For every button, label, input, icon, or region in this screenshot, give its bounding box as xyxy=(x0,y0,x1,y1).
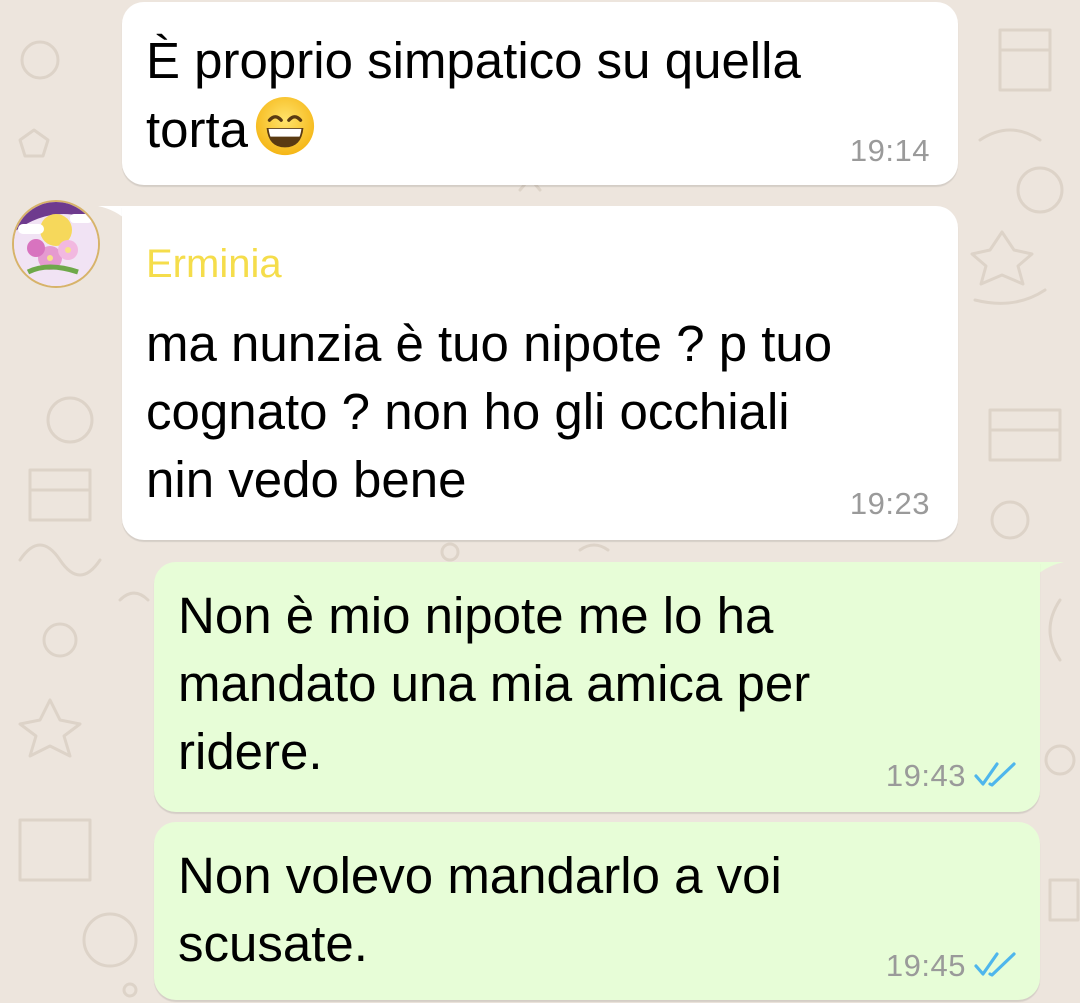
sender-avatar-flowers-icon xyxy=(14,202,98,286)
sender-avatar[interactable] xyxy=(14,202,98,286)
message-text: Non è mio nipote me lo ha mandato una mi… xyxy=(178,587,811,780)
message-text: Non volevo mandarlo a voi scusate. xyxy=(178,847,782,972)
message-timestamp: 19:14 xyxy=(849,133,930,168)
message-text: ma nunzia è tuo nipote ? p tuo cognato ?… xyxy=(146,315,833,508)
grinning-face-with-smiling-eyes-icon xyxy=(256,96,315,156)
message-bubble-incoming[interactable]: Erminia ma nunzia è tuo nipote ? p tuo c… xyxy=(122,206,958,540)
message-bubble-incoming[interactable]: È proprio simpatico su quella torta 19:14 xyxy=(122,2,958,185)
message-bubble-outgoing[interactable]: Non volevo mandarlo a voi scusate. 19:45 xyxy=(154,822,1040,1000)
message-timestamp: 19:43 xyxy=(885,758,966,793)
message-text-line1: È proprio simpatico su quella xyxy=(146,32,801,89)
message-text: È proprio simpatico su quella torta xyxy=(146,27,801,164)
message-timestamp: 19:45 xyxy=(885,948,966,983)
read-double-check-icon xyxy=(974,762,1016,787)
sender-name[interactable]: Erminia xyxy=(146,240,282,288)
message-timestamp: 19:23 xyxy=(849,486,930,521)
read-double-check-icon xyxy=(974,952,1016,977)
message-bubble-outgoing[interactable]: Non è mio nipote me lo ha mandato una mi… xyxy=(154,562,1040,812)
message-text-line2: torta xyxy=(146,101,249,158)
